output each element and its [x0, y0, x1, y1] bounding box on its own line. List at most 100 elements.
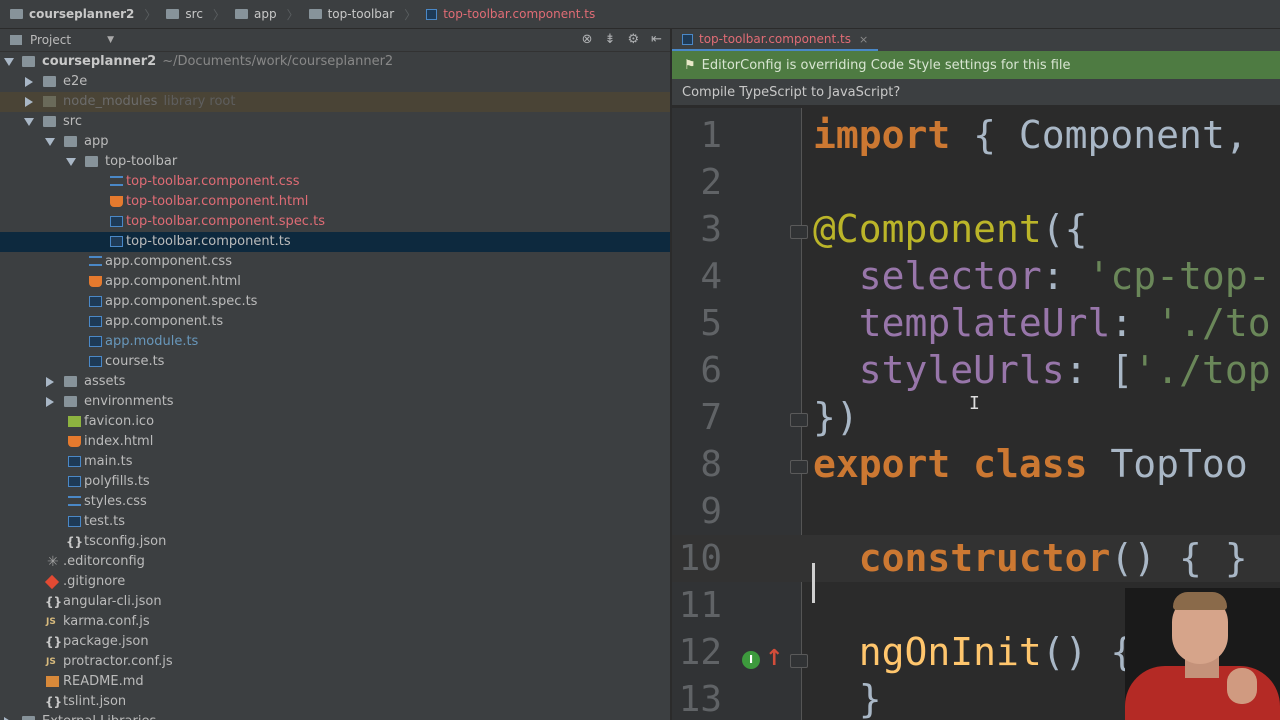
code-line[interactable]: 5 templateUrl: './to [672, 300, 1280, 347]
tree-item-main-ts[interactable]: main.ts [0, 452, 670, 472]
tree-item-label: top-toolbar.component.spec.ts [126, 214, 325, 229]
go-to-interface-arrow-icon[interactable]: ↑ [765, 646, 783, 671]
chevron-down-icon[interactable]: ▼ [107, 35, 114, 45]
breadcrumb-item-project[interactable]: courseplanner2 〉 [0, 6, 156, 23]
collapse-all-icon[interactable]: ⇟ [605, 32, 616, 47]
folder-icon [308, 9, 322, 19]
tree-item-label: app.component.html [105, 274, 241, 289]
tree-item-app-css[interactable]: app.component.css [0, 252, 670, 272]
tree-item-app-spec[interactable]: app.component.spec.ts [0, 292, 670, 312]
info-icon: ⚑ [684, 57, 696, 73]
tree-item-favicon[interactable]: favicon.ico [0, 412, 670, 432]
tree-item-readme[interactable]: README.md [0, 672, 670, 692]
tree-item-styles-css[interactable]: styles.css [0, 492, 670, 512]
tree-item-label: src [63, 114, 82, 129]
tree-item-src[interactable]: src [0, 112, 670, 132]
line-number: 11 [678, 585, 722, 626]
fold-marker-icon[interactable] [790, 654, 808, 668]
tree-item-app-module[interactable]: app.module.ts [0, 332, 670, 352]
tree-item-protractor-conf[interactable]: JS protractor.conf.js [0, 652, 670, 672]
tree-item-tslint[interactable]: {} tslint.json [0, 692, 670, 712]
tree-item-assets[interactable]: assets [0, 372, 670, 392]
fold-marker-icon[interactable] [790, 225, 808, 239]
collapse-arrow-icon[interactable] [25, 77, 33, 87]
tree-item-label: package.json [63, 634, 149, 649]
implements-icon[interactable]: I [742, 651, 760, 669]
collapse-arrow-icon[interactable] [46, 377, 54, 387]
tree-item-editorconfig[interactable]: ✳ .editorconfig [0, 552, 670, 572]
tree-item-label: External Libraries [42, 712, 156, 720]
gear-icon[interactable]: ⚙ [627, 32, 639, 47]
expand-arrow-icon[interactable] [24, 118, 34, 126]
code-token: ngOnInit [813, 630, 1042, 674]
tree-item-node-modules[interactable]: node_modules library root [0, 92, 670, 112]
tree-item-label: courseplanner2 [42, 54, 157, 69]
markdown-file-icon [46, 676, 59, 687]
tree-item-gitignore[interactable]: .gitignore [0, 572, 670, 592]
code-line[interactable]: 8 export class TopToo [672, 441, 1280, 488]
tree-item-toolbar-css[interactable]: top-toolbar.component.css [0, 172, 670, 192]
breadcrumb-item-top-toolbar[interactable]: top-toolbar 〉 [299, 6, 416, 23]
close-icon[interactable]: × [859, 33, 868, 46]
tree-item-toolbar-html[interactable]: top-toolbar.component.html [0, 192, 670, 212]
folder-icon [85, 156, 98, 167]
tree-item-app[interactable]: app [0, 132, 670, 152]
tree-item-label: angular-cli.json [63, 594, 162, 609]
tree-item-test-ts[interactable]: test.ts [0, 512, 670, 532]
code-line[interactable]: 9 [672, 488, 1280, 535]
javascript-file-icon: JS [46, 657, 56, 667]
typescript-file-icon [110, 236, 123, 247]
code-line[interactable]: 6 styleUrls: ['./top [672, 347, 1280, 394]
tab-top-toolbar-component-ts[interactable]: top-toolbar.component.ts × [672, 29, 879, 51]
tree-item-label: tslint.json [63, 694, 127, 709]
line-number: 6 [700, 350, 722, 391]
breadcrumb-item-src[interactable]: src 〉 [156, 6, 225, 23]
hide-panel-icon[interactable]: ⇤ [651, 32, 662, 47]
tree-item-polyfills[interactable]: polyfills.ts [0, 472, 670, 492]
code-line[interactable]: 4 selector: 'cp-top- [672, 253, 1280, 300]
tree-item-toolbar-spec[interactable]: top-toolbar.component.spec.ts [0, 212, 670, 232]
code-line[interactable]: 1 import { Component, [672, 112, 1280, 159]
scroll-from-source-icon[interactable]: ⊗ [582, 32, 593, 47]
tree-item-index-html[interactable]: index.html [0, 432, 670, 452]
tree-item-course-ts[interactable]: course.ts [0, 352, 670, 372]
json-file-icon: {} [45, 595, 63, 609]
code-text: export class TopToo [813, 441, 1248, 488]
tree-item-label: environments [84, 394, 174, 409]
tree-item-app-html[interactable]: app.component.html [0, 272, 670, 292]
code-line[interactable]: 3 @Component({ [672, 206, 1280, 253]
typescript-file-icon [89, 296, 102, 307]
code-token: TopToo [1087, 442, 1248, 486]
tree-item-e2e[interactable]: e2e [0, 72, 670, 92]
tree-item-environments[interactable]: environments [0, 392, 670, 412]
expand-arrow-icon[interactable] [66, 158, 76, 166]
code-line[interactable]: 2 [672, 159, 1280, 206]
expand-arrow-icon[interactable] [4, 58, 14, 66]
tree-item-package-json[interactable]: {} package.json [0, 632, 670, 652]
tree-item-tsconfig[interactable]: {} tsconfig.json [0, 532, 670, 552]
fold-marker-icon[interactable] [790, 460, 808, 474]
javascript-file-icon: JS [46, 617, 56, 627]
tree-item-label: styles.css [84, 494, 147, 509]
tree-item-toolbar-ts[interactable]: top-toolbar.component.ts [0, 232, 670, 252]
tree-item-label: .gitignore [63, 574, 126, 589]
breadcrumb-item-file[interactable]: top-toolbar.component.ts [416, 7, 595, 21]
line-number: 7 [700, 397, 722, 438]
json-file-icon: {} [45, 695, 63, 709]
code-text: selector: 'cp-top- [813, 253, 1271, 300]
project-view-selector[interactable]: Project [30, 33, 71, 47]
tree-item-top-toolbar[interactable]: top-toolbar [0, 152, 670, 172]
library-icon [22, 716, 35, 720]
tree-item-karma-conf[interactable]: JS karma.conf.js [0, 612, 670, 632]
breadcrumb-item-app[interactable]: app 〉 [225, 6, 299, 23]
line-number: 3 [700, 209, 722, 250]
collapse-arrow-icon[interactable] [46, 397, 54, 407]
code-line[interactable]: 10 constructor() { } [672, 535, 1280, 582]
fold-marker-icon[interactable] [790, 413, 808, 427]
tree-item-external-libraries[interactable]: External Libraries [0, 712, 670, 720]
tree-item-angular-cli[interactable]: {} angular-cli.json [0, 592, 670, 612]
tree-item-courseplanner2[interactable]: courseplanner2 ~/Documents/work/coursepla… [0, 52, 670, 72]
tree-item-app-ts[interactable]: app.component.ts [0, 312, 670, 332]
collapse-arrow-icon[interactable] [25, 97, 33, 107]
expand-arrow-icon[interactable] [45, 138, 55, 146]
